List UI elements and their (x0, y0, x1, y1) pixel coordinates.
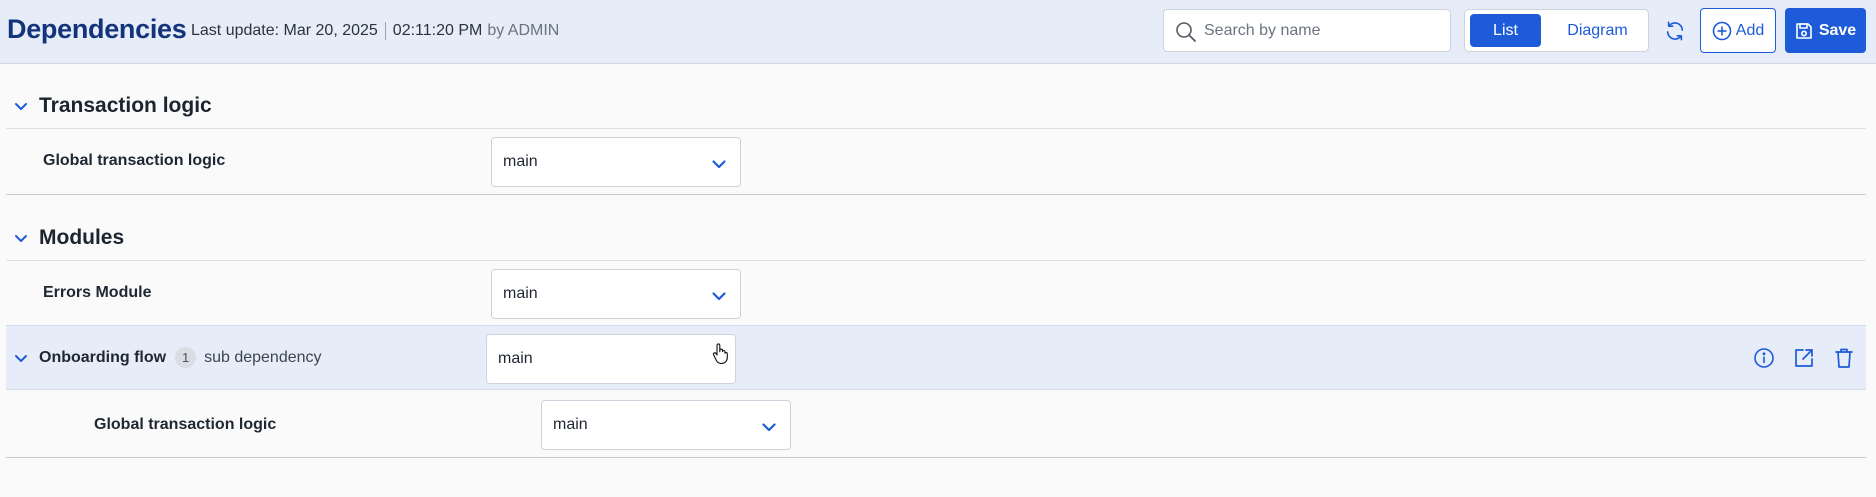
section-title: Transaction logic (39, 94, 212, 117)
chevron-down-icon[interactable] (12, 349, 30, 367)
plus-circle-icon (1712, 21, 1732, 40)
list-view-button[interactable]: List (1470, 14, 1541, 47)
delete-button[interactable] (1830, 344, 1858, 372)
dependency-label: Global transaction logic (43, 152, 226, 169)
section-title: Modules (39, 226, 125, 249)
search-icon (1176, 22, 1196, 42)
hand-pointer-icon (712, 343, 728, 364)
last-update-time: 02:11:20 PM (392, 22, 483, 39)
search-input[interactable] (1204, 18, 1444, 44)
refresh-button[interactable] (1660, 16, 1690, 46)
divider (6, 457, 1866, 458)
version-select[interactable]: main (491, 137, 741, 187)
divider (6, 194, 1866, 195)
sub-dependency-count-badge: 1 (175, 347, 197, 368)
dependency-label: Onboarding flow (39, 348, 167, 366)
info-icon (1754, 348, 1774, 368)
add-button[interactable]: Add (1700, 8, 1776, 53)
chevron-down-icon (712, 160, 726, 169)
header-bar: Dependencies Last update: Mar 20, 2025 0… (0, 0, 1876, 64)
last-update-date: Last update: Mar 20, 2025 (191, 22, 378, 39)
search-box (1163, 9, 1451, 52)
version-select-value: main (553, 416, 588, 433)
divider (6, 260, 1866, 261)
sub-dependency-text: sub dependency (204, 348, 322, 366)
trash-icon (1835, 348, 1853, 368)
chevron-down-icon (762, 423, 776, 432)
sub-dependency-label: Global transaction logic (94, 416, 277, 433)
divider (6, 128, 1866, 129)
version-select[interactable]: main (541, 400, 791, 450)
version-select-value: main (498, 350, 533, 367)
divider (384, 22, 386, 40)
view-toggle: List Diagram (1464, 9, 1649, 52)
section-header-modules[interactable]: Modules (12, 226, 124, 250)
info-button[interactable] (1750, 344, 1778, 372)
last-update-user: by ADMIN (487, 22, 560, 39)
version-select[interactable]: main (491, 269, 741, 319)
open-external-icon (1795, 349, 1813, 367)
last-update-info: Last update: Mar 20, 2025 02:11:20 PM by… (191, 22, 559, 40)
refresh-icon (1666, 21, 1684, 41)
open-external-button[interactable] (1790, 344, 1818, 372)
dependency-label: Errors Module (43, 284, 152, 301)
section-header-transaction-logic[interactable]: Transaction logic (12, 94, 212, 118)
add-button-label: Add (1735, 21, 1765, 39)
chevron-down-icon (15, 103, 27, 110)
diagram-view-button[interactable]: Diagram (1551, 14, 1644, 47)
chevron-down-icon (15, 235, 27, 242)
save-button-label: Save (1818, 21, 1857, 39)
onboarding-flow-header[interactable]: Onboarding flow 1 sub dependency (12, 347, 322, 368)
version-select-value: main (503, 153, 538, 170)
version-select-value: main (503, 285, 538, 302)
save-icon (1796, 22, 1812, 39)
version-select[interactable]: main (486, 334, 736, 384)
save-button[interactable]: Save (1785, 8, 1866, 53)
chevron-down-icon (712, 292, 726, 301)
page-title: Dependencies (7, 14, 187, 44)
